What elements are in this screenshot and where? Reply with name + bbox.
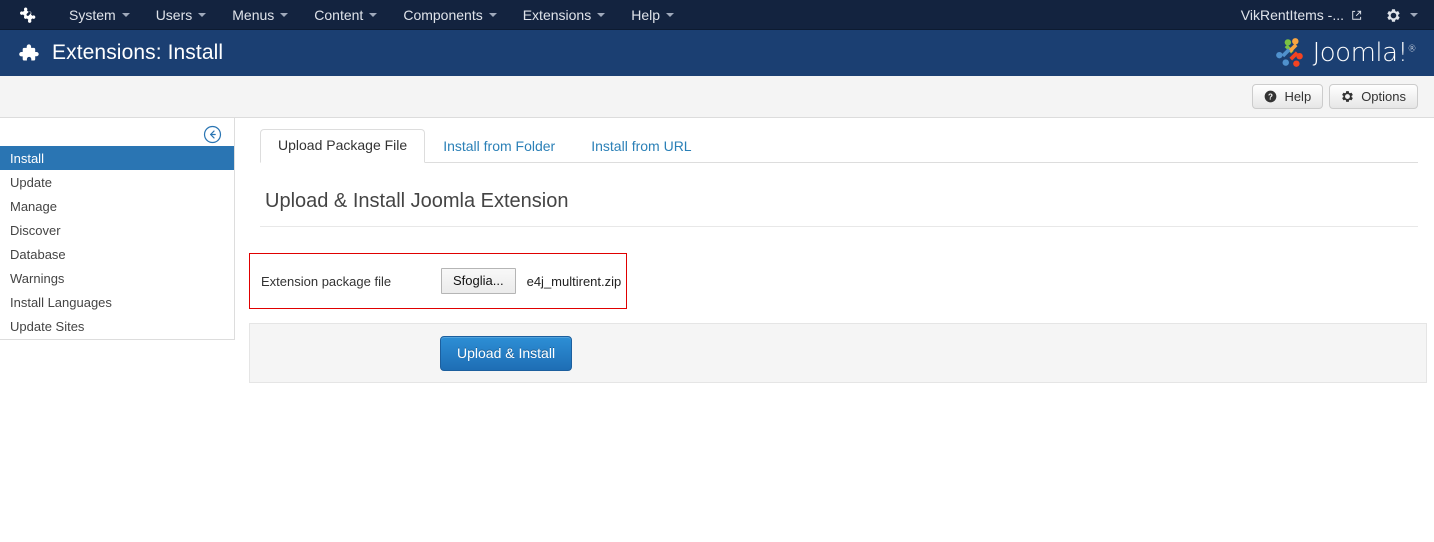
file-input-control[interactable]: Sfoglia... e4j_multirent.zip bbox=[441, 268, 621, 294]
page-header: Extensions: Install Joomla!® bbox=[0, 30, 1434, 76]
joomla-wordmark-text: Joomla! bbox=[1312, 38, 1408, 68]
page-title: Extensions: Install bbox=[52, 41, 224, 64]
topnav-item-components[interactable]: Components bbox=[390, 0, 509, 30]
chevron-down-icon bbox=[597, 12, 606, 17]
sidebar-item-update-sites[interactable]: Update Sites bbox=[0, 314, 234, 338]
sidebar-item-label: Update Sites bbox=[10, 318, 85, 334]
upload-and-install-button[interactable]: Upload & Install bbox=[440, 335, 573, 371]
topnav-item-menus[interactable]: Menus bbox=[219, 0, 301, 30]
topnav-item-users[interactable]: Users bbox=[143, 0, 220, 30]
topnav-label: Extensions bbox=[522, 6, 592, 23]
sidebar: Install Update Manage Discover Database … bbox=[0, 118, 235, 340]
sidebar-item-label: Database bbox=[10, 246, 66, 262]
user-settings-menu[interactable] bbox=[1372, 0, 1434, 30]
sidebar-item-label: Update bbox=[10, 174, 52, 190]
tab-install-from-folder[interactable]: Install from Folder bbox=[425, 130, 573, 163]
gear-icon bbox=[1342, 91, 1353, 102]
external-link-icon bbox=[1352, 10, 1362, 20]
topnav-label: Users bbox=[155, 6, 193, 23]
sidebar-menu: Install Update Manage Discover Database … bbox=[0, 146, 234, 340]
topnav-label: Help bbox=[631, 6, 660, 23]
arrow-circle-left-icon[interactable] bbox=[203, 125, 222, 144]
upload-field-group: Extension package file Sfoglia... e4j_mu… bbox=[249, 253, 627, 309]
sidebar-item-warnings[interactable]: Warnings bbox=[0, 266, 234, 290]
joomla-logo-icon bbox=[1275, 38, 1303, 67]
question-circle-icon: ? bbox=[1265, 90, 1277, 103]
topnav-label: Menus bbox=[232, 6, 275, 23]
joomla-logo: Joomla!® bbox=[1273, 36, 1416, 70]
selected-file-name: e4j_multirent.zip bbox=[526, 273, 622, 289]
sidebar-item-update[interactable]: Update bbox=[0, 170, 234, 194]
sidebar-item-label: Discover bbox=[10, 222, 61, 238]
tab-label: Upload Package File bbox=[278, 137, 408, 153]
topbar-right-group: VikRentItems -... bbox=[1231, 0, 1434, 30]
registered-mark: ® bbox=[1407, 44, 1417, 55]
browse-button[interactable]: Sfoglia... bbox=[441, 268, 516, 294]
chevron-down-icon bbox=[666, 12, 674, 17]
topnav-item-content[interactable]: Content bbox=[301, 0, 390, 30]
help-button-label: Help bbox=[1284, 89, 1312, 104]
help-button[interactable]: ? Help bbox=[1252, 84, 1324, 109]
sidebar-item-label: Manage bbox=[10, 198, 57, 214]
main-navigation: System Users Menus Content Components Ex… bbox=[56, 0, 687, 30]
tab-upload-package-file[interactable]: Upload Package File bbox=[260, 129, 426, 163]
svg-text:?: ? bbox=[1268, 92, 1273, 101]
sidebar-item-label: Install bbox=[10, 150, 44, 166]
sidebar-item-label: Warnings bbox=[10, 270, 65, 286]
joomla-mark-icon[interactable] bbox=[14, 5, 44, 24]
panel-title: Upload & Install Joomla Extension bbox=[260, 163, 1418, 227]
topnav-label: Content bbox=[314, 6, 364, 23]
chevron-down-icon bbox=[198, 12, 207, 17]
top-menu-bar: System Users Menus Content Components Ex… bbox=[0, 0, 1434, 30]
sidebar-item-install-languages[interactable]: Install Languages bbox=[0, 290, 234, 314]
gear-icon bbox=[1387, 8, 1400, 22]
puzzle-piece-icon bbox=[16, 41, 40, 65]
chevron-down-icon bbox=[488, 12, 497, 17]
options-button[interactable]: Options bbox=[1329, 84, 1418, 109]
sidebar-item-database[interactable]: Database bbox=[0, 242, 234, 266]
main-content: Upload Package File Install from Folder … bbox=[235, 118, 1434, 383]
chevron-down-icon bbox=[280, 12, 289, 17]
topnav-item-system[interactable]: System bbox=[56, 0, 143, 30]
topnav-item-help[interactable]: Help bbox=[618, 0, 687, 30]
form-actions-panel: Upload & Install bbox=[249, 323, 1427, 383]
page-body: Install Update Manage Discover Database … bbox=[0, 118, 1434, 383]
chevron-down-icon bbox=[369, 12, 378, 17]
sidebar-toggle-row bbox=[0, 118, 234, 146]
tab-label: Install from URL bbox=[591, 138, 692, 154]
topnav-item-extensions[interactable]: Extensions bbox=[510, 0, 618, 30]
sidebar-item-label: Install Languages bbox=[10, 294, 112, 310]
toolbar: ? Help Options bbox=[0, 76, 1434, 118]
sidebar-item-discover[interactable]: Discover bbox=[0, 218, 234, 242]
options-button-label: Options bbox=[1361, 89, 1406, 104]
extension-package-file-label: Extension package file bbox=[261, 273, 392, 289]
sidebar-item-install[interactable]: Install bbox=[0, 146, 234, 170]
install-tabs: Upload Package File Install from Folder … bbox=[260, 129, 1418, 163]
site-preview-link[interactable]: VikRentItems -... bbox=[1231, 0, 1372, 30]
topnav-label: Components bbox=[403, 6, 483, 23]
tab-install-from-url[interactable]: Install from URL bbox=[573, 130, 709, 163]
sidebar-item-manage[interactable]: Manage bbox=[0, 194, 234, 218]
chevron-down-icon bbox=[121, 12, 130, 17]
chevron-down-icon bbox=[1410, 13, 1418, 17]
topnav-label: System bbox=[69, 6, 116, 23]
joomla-wordmark: Joomla!® bbox=[1312, 38, 1417, 68]
tab-label: Install from Folder bbox=[443, 138, 556, 154]
site-name-label: VikRentItems -... bbox=[1240, 7, 1344, 23]
